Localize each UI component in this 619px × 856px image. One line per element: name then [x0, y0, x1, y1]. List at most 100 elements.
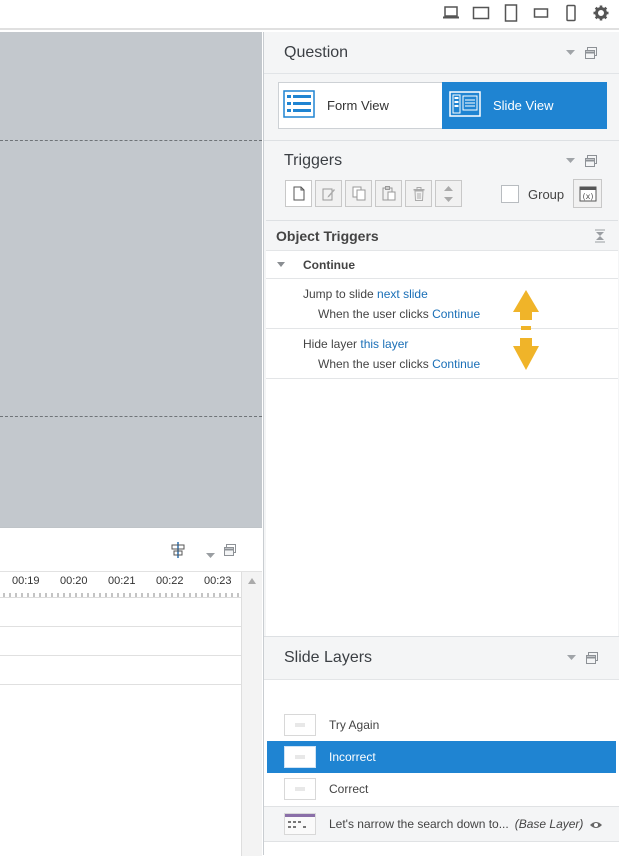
chevron-down-icon[interactable]	[566, 50, 575, 56]
slide-canvas[interactable]	[0, 32, 262, 527]
right-panel: Question Form View Slide View Triggers G…	[263, 32, 619, 856]
chevron-down-icon[interactable]	[566, 158, 575, 164]
svg-text:(x): (x)	[582, 192, 593, 201]
layer-item-incorrect[interactable]: Incorrect	[267, 741, 616, 773]
scroll-up-icon[interactable]	[248, 578, 256, 584]
triggers-panel-controls	[566, 155, 597, 167]
restore-window-icon[interactable]	[586, 652, 598, 664]
trigger-target-link[interactable]: this layer	[360, 337, 408, 351]
trigger-when: When the	[318, 357, 370, 371]
base-layer-tag: (Base Layer)	[514, 817, 584, 831]
phone-landscape-icon[interactable]	[531, 4, 551, 22]
tablet-portrait-icon[interactable]	[501, 4, 521, 22]
trigger-event[interactable]: clicks	[399, 357, 428, 371]
layer-item-correct[interactable]: Correct	[267, 773, 616, 805]
group-checkbox[interactable]	[501, 185, 519, 203]
gear-icon[interactable]	[591, 4, 611, 22]
chevron-down-icon[interactable]	[567, 655, 576, 661]
trigger-condition-line: When the user clicks Continue	[318, 307, 480, 321]
trigger-object-row[interactable]: Continue	[266, 251, 618, 279]
trigger-when: When the	[318, 307, 370, 321]
chevron-down-icon[interactable]	[206, 546, 215, 564]
base-layer-name: Let's narrow the search down to...	[329, 817, 509, 831]
timeline-row[interactable]	[0, 598, 241, 627]
canvas-guide-line	[0, 140, 262, 141]
delete-trigger-button[interactable]	[405, 180, 432, 207]
eye-icon[interactable]	[589, 820, 603, 830]
slide-view-label: Slide View	[493, 98, 554, 113]
base-layer-thumbnail	[284, 813, 316, 835]
trigger-condition-line: When the user clicks Continue	[318, 357, 480, 371]
form-view-button[interactable]: Form View	[278, 82, 443, 129]
timeline-tick-label: 00:23	[204, 575, 232, 587]
group-label: Group	[528, 187, 565, 202]
trigger-item[interactable]: Hide layer this layer When the user clic…	[266, 329, 618, 379]
trigger-variables-button[interactable]: (x)	[573, 179, 602, 208]
move-up-icon[interactable]	[444, 185, 453, 191]
restore-window-icon[interactable]	[585, 155, 597, 167]
trigger-action: Hide layer	[303, 337, 358, 351]
slide-view-icon	[449, 91, 481, 120]
trash-icon	[413, 186, 424, 201]
slide-layers-title: Slide Layers	[284, 649, 373, 666]
trigger-action-line: Jump to slide next slide	[303, 287, 428, 301]
trigger-event[interactable]: clicks	[399, 307, 428, 321]
trigger-who[interactable]: user	[373, 307, 396, 321]
trigger-object-name: Continue	[303, 258, 355, 272]
move-down-icon[interactable]	[444, 196, 453, 202]
timeline-tick-label: 00:19	[12, 575, 40, 587]
object-triggers-title: Object Triggers	[276, 228, 379, 244]
form-view-icon	[283, 90, 315, 121]
trigger-action-line: Hide layer this layer	[303, 337, 408, 351]
trigger-target-link[interactable]: next slide	[377, 287, 428, 301]
slide-layers-panel: Slide Layers Try Again Incorrect Correct	[264, 636, 619, 856]
form-view-label: Form View	[327, 98, 389, 113]
top-toolbar	[0, 0, 619, 30]
timeline-header	[0, 528, 262, 572]
reorder-arrows-icon[interactable]	[511, 288, 541, 372]
trigger-who[interactable]: user	[373, 357, 396, 371]
edit-icon	[322, 188, 335, 200]
timeline-ruler: 00:19 00:20 00:21 00:22 00:23	[0, 572, 241, 598]
variables-icon: (x)	[579, 186, 596, 201]
new-trigger-button[interactable]	[285, 180, 312, 207]
restore-window-icon[interactable]	[224, 543, 236, 561]
laptop-icon[interactable]	[441, 4, 461, 22]
paste-trigger-button[interactable]	[375, 180, 402, 207]
timeline-row[interactable]	[0, 627, 241, 656]
collapse-icon[interactable]	[595, 229, 605, 243]
slide-layers-controls	[567, 652, 598, 664]
edit-trigger-button[interactable]	[315, 180, 342, 207]
restore-window-icon[interactable]	[585, 47, 597, 59]
trigger-action: Jump to slide	[303, 287, 374, 301]
trigger-item[interactable]: Jump to slide next slide When the user c…	[266, 279, 618, 329]
new-document-icon	[293, 186, 304, 201]
tablet-landscape-icon[interactable]	[471, 4, 491, 22]
phone-portrait-icon[interactable]	[561, 4, 581, 22]
triggers-panel-title: Triggers	[284, 152, 343, 169]
timeline-tick-label: 00:20	[60, 575, 88, 587]
move-trigger-button[interactable]	[435, 180, 462, 207]
layer-name: Incorrect	[329, 750, 376, 764]
align-icon[interactable]	[170, 542, 186, 563]
timeline-scrollbar[interactable]	[241, 572, 262, 856]
timeline-tick-label: 00:21	[108, 575, 136, 587]
slide-layers-list: Try Again Incorrect Correct Let's narrow…	[264, 679, 619, 856]
layer-thumbnail	[284, 714, 316, 736]
trigger-object-link[interactable]: Continue	[432, 357, 480, 371]
timeline-ticks	[3, 593, 239, 597]
layer-name: Try Again	[329, 718, 380, 732]
layer-item-try-again[interactable]: Try Again	[267, 709, 616, 741]
base-layer-item[interactable]: Let's narrow the search down to... (Base…	[264, 806, 619, 842]
copy-trigger-button[interactable]	[345, 180, 372, 207]
object-triggers-header: Object Triggers	[266, 221, 618, 251]
slide-view-button[interactable]: Slide View	[442, 82, 607, 129]
paste-icon	[382, 186, 395, 201]
question-panel-title: Question	[284, 44, 349, 61]
timeline-panel: 00:19 00:20 00:21 00:22 00:23	[0, 527, 262, 856]
layer-thumbnail	[284, 778, 316, 800]
expand-chevron-icon[interactable]	[277, 262, 285, 268]
timeline-tick-label: 00:22	[156, 575, 184, 587]
timeline-row[interactable]	[0, 656, 241, 685]
trigger-object-link[interactable]: Continue	[432, 307, 480, 321]
